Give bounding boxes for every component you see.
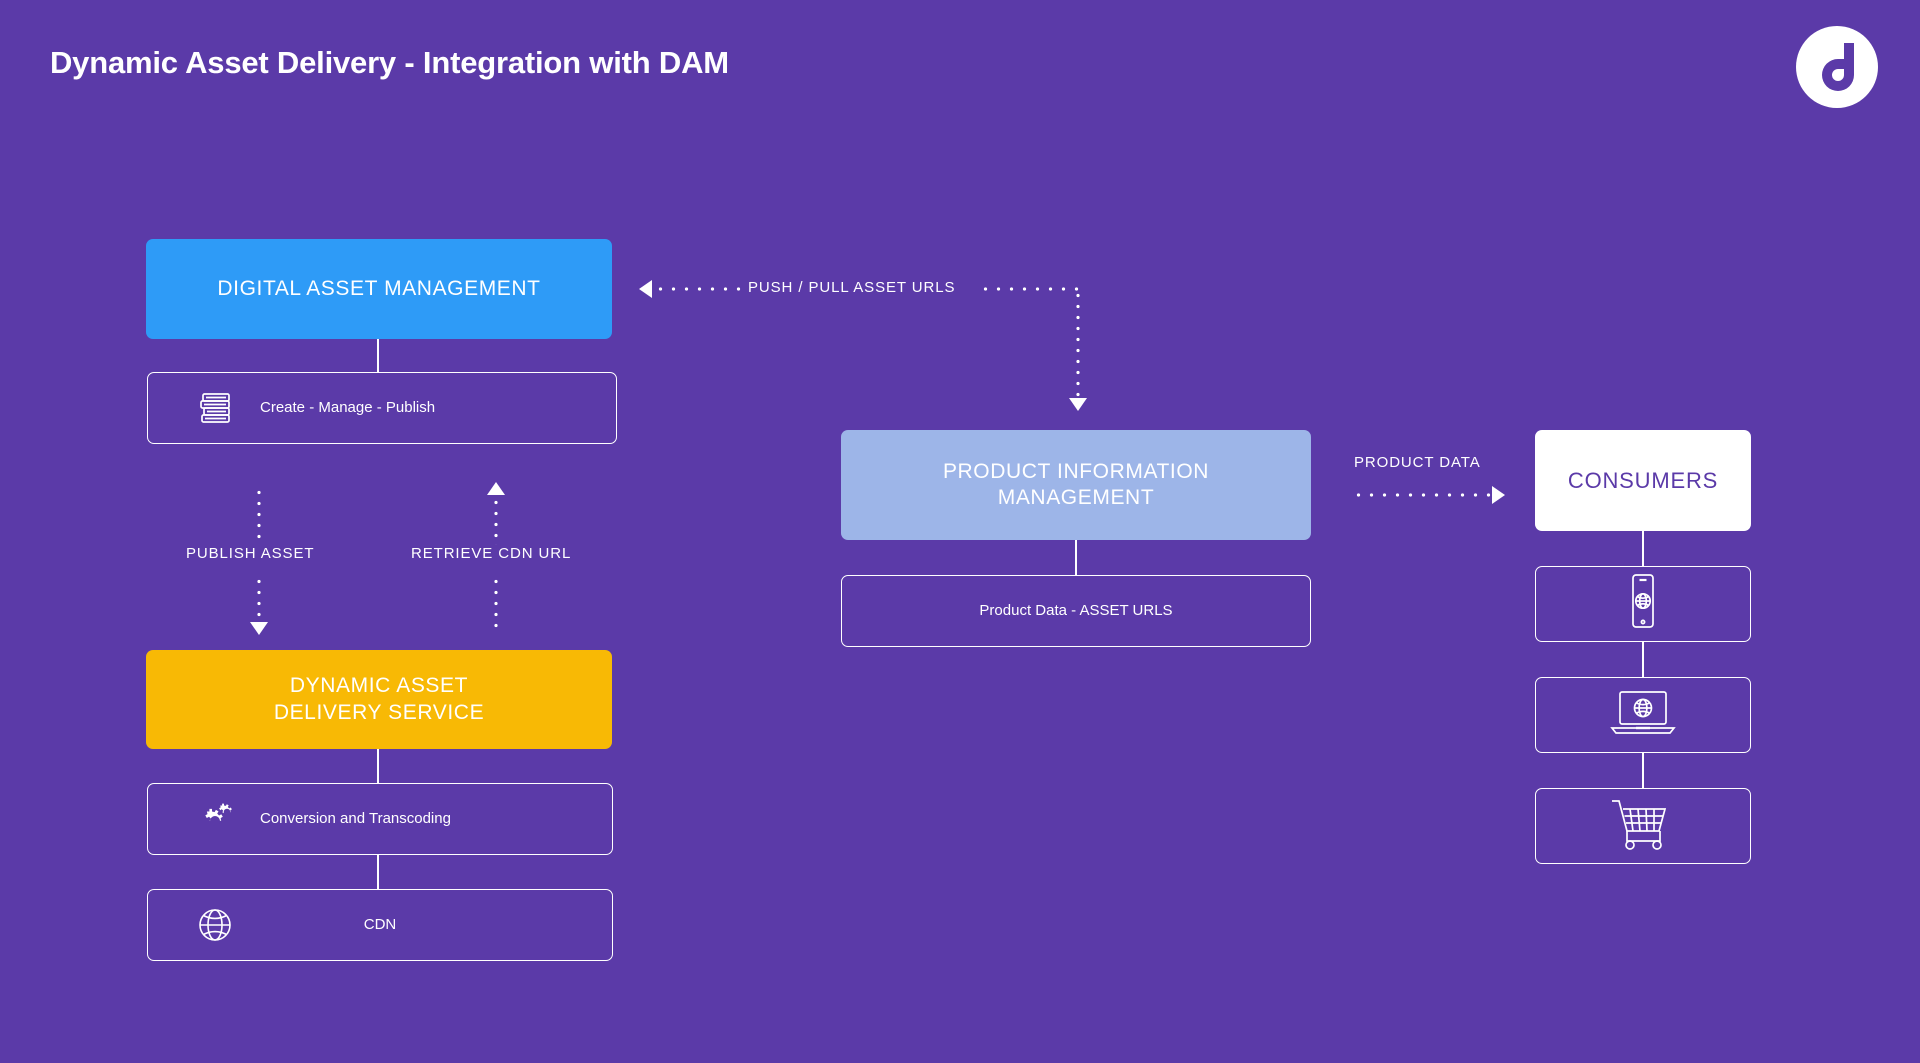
node-label: PRODUCT INFORMATION MANAGEMENT (943, 459, 1209, 512)
node-label: DYNAMIC ASSET DELIVERY SERVICE (274, 673, 484, 726)
node-create-manage-publish[interactable]: Create - Manage - Publish (147, 372, 617, 444)
flow-retrieve-cdn-url-dots-bottom (494, 576, 498, 629)
node-channel-mobile[interactable] (1535, 566, 1751, 642)
node-conversion-and-transcoding[interactable]: Conversion and Transcoding (147, 783, 613, 855)
connector-pim-to-detail (1075, 540, 1077, 575)
node-dynamic-asset-delivery-service[interactable]: DYNAMIC ASSET DELIVERY SERVICE (146, 650, 612, 749)
connector-conversion-to-cdn (377, 855, 379, 889)
node-label: CDN (363, 915, 397, 933)
flow-retrieve-cdn-url-dots-top (494, 497, 498, 545)
flow-retrieve-cdn-url-arrowhead (487, 482, 505, 495)
node-cdn[interactable]: CDN (147, 889, 613, 961)
node-product-data-asset-urls[interactable]: Product Data - ASSET URLS (841, 575, 1311, 647)
node-label-line1: DYNAMIC ASSET (289, 674, 469, 698)
node-label-line1: PRODUCT INFORMATION (942, 459, 1210, 483)
shopping-cart-icon (1608, 795, 1678, 857)
node-label: Product Data - ASSET URLS (979, 601, 1173, 619)
gears-icon (184, 797, 246, 841)
flow-product-data-dots (1352, 493, 1492, 497)
page-title: Dynamic Asset Delivery - Integration wit… (50, 45, 729, 80)
flow-push-pull-dots-down (1076, 290, 1080, 400)
flow-publish-asset-dots-top (257, 487, 261, 545)
globe-icon (184, 904, 246, 946)
books-stack-icon (184, 386, 246, 430)
connector-mobile-to-laptop (1642, 642, 1644, 677)
connector-consumers-to-mobile (1642, 531, 1644, 566)
brand-logo (1796, 26, 1878, 108)
node-product-information-management[interactable]: PRODUCT INFORMATION MANAGEMENT (841, 430, 1311, 540)
node-channel-cart[interactable] (1535, 788, 1751, 864)
logo-d-glyph (1822, 43, 1854, 91)
connector-dam-to-detail (377, 339, 379, 372)
node-digital-asset-management[interactable]: DIGITAL ASSET MANAGEMENT (146, 239, 612, 339)
node-label: Create - Manage - Publish (260, 398, 436, 416)
connector-dads-to-conversion (377, 749, 379, 783)
connector-laptop-to-cart (1642, 753, 1644, 788)
flow-push-pull-arrowhead-left (639, 280, 652, 298)
node-label-line2: MANAGEMENT (997, 486, 1155, 509)
flow-product-data-arrowhead (1492, 486, 1505, 504)
flow-push-pull-arrowhead-down (1069, 398, 1087, 411)
flow-push-pull-label: PUSH / PULL ASSET URLS (748, 279, 956, 296)
flow-push-pull-dots-left (654, 287, 742, 291)
node-label-line2: DELIVERY SERVICE (273, 700, 485, 724)
node-label: Conversion and Transcoding (260, 809, 451, 827)
flow-push-pull-dots-right (979, 287, 1081, 291)
diagram-canvas: Dynamic Asset Delivery - Integration wit… (0, 0, 1920, 1063)
node-channel-laptop[interactable] (1535, 677, 1751, 753)
flow-retrieve-cdn-url-label: RETRIEVE CDN URL (411, 545, 572, 562)
node-label: CONSUMERS (1567, 467, 1719, 493)
node-consumers[interactable]: CONSUMERS (1535, 430, 1751, 531)
flow-publish-asset-arrowhead (250, 622, 268, 635)
mobile-phone-globe-icon (1626, 572, 1660, 636)
flow-publish-asset-label: PUBLISH ASSET (186, 545, 315, 562)
flow-product-data-label: PRODUCT DATA (1354, 454, 1481, 471)
laptop-globe-icon (1606, 686, 1680, 744)
flow-publish-asset-dots-bottom (257, 576, 261, 626)
node-label: DIGITAL ASSET MANAGEMENT (217, 276, 541, 300)
